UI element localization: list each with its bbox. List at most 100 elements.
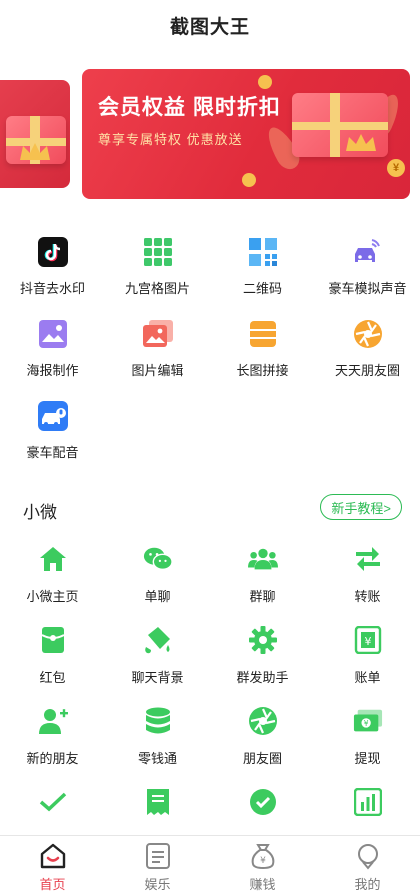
home-tab-icon xyxy=(39,842,67,870)
long-image-icon xyxy=(247,318,279,350)
chat-icon xyxy=(143,544,173,574)
banner-previous-slide[interactable] xyxy=(0,80,70,188)
coin-icon xyxy=(258,75,272,89)
tool-item-qrcode[interactable]: 二维码 xyxy=(210,226,315,308)
profile-tab-icon xyxy=(354,842,382,870)
bottom-tab-bar: 首页 娱乐 ¥ 赚钱 我的 xyxy=(0,835,420,895)
tool-item-poster[interactable]: 海报制作 xyxy=(0,308,105,390)
tab-label: 赚钱 xyxy=(249,877,276,892)
tiktok-icon xyxy=(37,236,69,268)
banner-main-slide[interactable]: 会员权益 限时折扣 尊享专属特权 优惠放送 ¥ xyxy=(82,69,410,199)
moments-icon xyxy=(352,318,384,350)
image-edit-icon xyxy=(142,318,174,350)
tool-label: 九宫格图片 xyxy=(124,281,190,296)
feature-item-change-pass[interactable]: 零钱通 xyxy=(105,696,210,777)
banner-carousel[interactable]: 会员权益 限时折扣 尊享专属特权 优惠放送 ¥ xyxy=(0,50,420,220)
aperture-icon xyxy=(248,706,278,736)
feature-label: 聊天背景 xyxy=(131,670,184,685)
crown-icon xyxy=(20,143,50,160)
gear-icon xyxy=(248,625,278,655)
tool-label: 天天朋友圈 xyxy=(334,363,400,378)
red-packet-icon xyxy=(38,625,68,655)
feature-item-broadcast-assistant[interactable]: 群发助手 xyxy=(210,615,315,696)
home-icon xyxy=(38,544,68,574)
tab-earn[interactable]: ¥ 赚钱 xyxy=(210,836,315,895)
feature-item-group-chat[interactable]: 群聊 xyxy=(210,534,315,615)
tool-grid: 抖音去水印 九宫格图片 二维码 豪车模拟声音 海报制作 图片编辑 长图拼接 天天… xyxy=(0,220,420,472)
feature-label: 零钱通 xyxy=(137,751,177,766)
banner-title: 会员权益 限时折扣 xyxy=(98,96,281,119)
tool-item-car-dubbing[interactable]: 豪车配音 xyxy=(0,390,105,472)
banner-subtitle: 尊享专属特权 优惠放送 xyxy=(98,132,243,147)
feature-item-moments[interactable]: 朋友圈 xyxy=(210,696,315,777)
bill-icon: ¥ xyxy=(353,625,383,655)
svg-text:¥: ¥ xyxy=(364,635,371,648)
feature-item-single-chat[interactable]: 单聊 xyxy=(105,534,210,615)
feature-label: 账单 xyxy=(354,670,381,685)
tool-item-car-sound[interactable]: 豪车模拟声音 xyxy=(315,226,420,308)
document-tab-icon xyxy=(144,842,172,870)
chart-icon xyxy=(353,787,383,817)
group-icon xyxy=(247,544,278,574)
section-header: 小微 新手教程> xyxy=(0,484,420,534)
feature-item-home[interactable]: 小微主页 xyxy=(0,534,105,615)
transfer-icon xyxy=(353,544,383,574)
feature-label: 群聊 xyxy=(249,589,276,604)
grid-nine-icon xyxy=(142,236,174,268)
check-icon xyxy=(38,787,68,817)
tool-item-tiktok-watermark[interactable]: 抖音去水印 xyxy=(0,226,105,308)
money-bag-tab-icon: ¥ xyxy=(249,842,277,870)
withdraw-icon: ¥ xyxy=(353,706,383,736)
feature-label: 转账 xyxy=(354,589,381,604)
feature-label: 单聊 xyxy=(144,589,171,604)
top-bar: 截图大王 xyxy=(0,0,420,50)
tool-item-image-edit[interactable]: 图片编辑 xyxy=(105,308,210,390)
qrcode-icon xyxy=(247,236,279,268)
tab-home[interactable]: 首页 xyxy=(0,836,105,895)
feature-label: 提现 xyxy=(354,751,381,766)
tool-label: 豪车配音 xyxy=(26,445,79,460)
feature-label: 小微主页 xyxy=(26,589,79,604)
tutorial-button[interactable]: 新手教程> xyxy=(320,494,402,520)
receipt-icon xyxy=(143,787,173,817)
tab-label: 我的 xyxy=(354,877,381,892)
coin-icon: ¥ xyxy=(387,159,405,177)
feature-item-red-packet[interactable]: 红包 xyxy=(0,615,105,696)
tab-profile[interactable]: 我的 xyxy=(315,836,420,895)
crown-icon xyxy=(346,134,376,151)
tab-label: 娱乐 xyxy=(144,877,171,892)
tool-label: 豪车模拟声音 xyxy=(328,281,407,296)
svg-text:¥: ¥ xyxy=(363,719,368,728)
feature-grid: 小微主页 单聊 群聊 转账 红包 聊天背景 群发助手 ¥ 账单 新的朋友 零钱通… xyxy=(0,534,420,858)
add-friend-icon xyxy=(38,706,68,736)
tab-entertainment[interactable]: 娱乐 xyxy=(105,836,210,895)
tool-label: 抖音去水印 xyxy=(19,281,85,296)
car-sound-icon xyxy=(352,236,384,268)
feature-item-transfer[interactable]: 转账 xyxy=(315,534,420,615)
feature-item-withdraw[interactable]: ¥ 提现 xyxy=(315,696,420,777)
tool-label: 图片编辑 xyxy=(131,363,184,378)
tool-item-grid-nine[interactable]: 九宫格图片 xyxy=(105,226,210,308)
feature-item-bill[interactable]: ¥ 账单 xyxy=(315,615,420,696)
feature-label: 红包 xyxy=(39,670,66,685)
tool-label: 海报制作 xyxy=(26,363,79,378)
feature-item-new-friends[interactable]: 新的朋友 xyxy=(0,696,105,777)
coins-icon xyxy=(143,706,173,736)
tab-label: 首页 xyxy=(39,877,66,892)
tool-item-moments[interactable]: 天天朋友圈 xyxy=(315,308,420,390)
feature-item-chat-background[interactable]: 聊天背景 xyxy=(105,615,210,696)
tool-item-long-image[interactable]: 长图拼接 xyxy=(210,308,315,390)
paint-bucket-icon xyxy=(143,625,173,655)
car-dubbing-icon xyxy=(37,400,69,432)
app-title: 截图大王 xyxy=(169,16,250,38)
coin-icon xyxy=(242,173,256,187)
section-title: 小微 xyxy=(23,503,57,522)
tool-label: 长图拼接 xyxy=(236,363,289,378)
tool-label: 二维码 xyxy=(242,281,282,296)
svg-text:¥: ¥ xyxy=(260,856,266,866)
check-circle-icon xyxy=(248,787,278,817)
feature-label: 新的朋友 xyxy=(26,751,79,766)
poster-icon xyxy=(37,318,69,350)
feature-label: 群发助手 xyxy=(236,670,289,685)
feature-label: 朋友圈 xyxy=(242,751,282,766)
